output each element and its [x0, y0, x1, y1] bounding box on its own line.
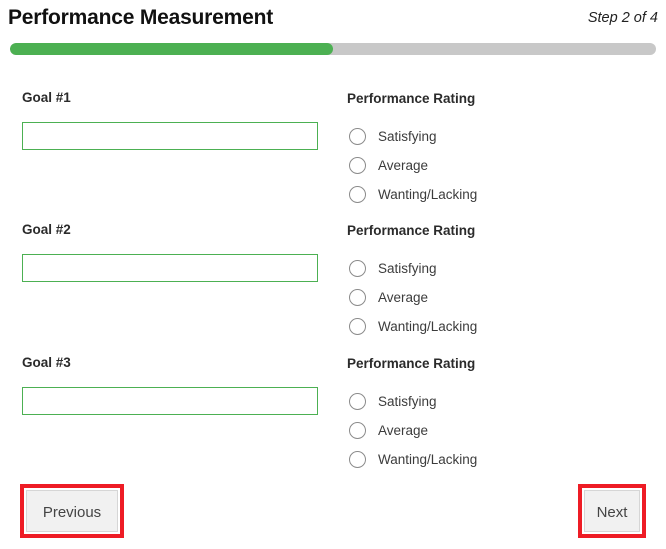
goal-label-1: Goal #1: [22, 90, 71, 105]
goal-input-1[interactable]: [22, 122, 318, 150]
radio-circle-icon[interactable]: [349, 186, 366, 203]
radio-label: Satisfying: [378, 261, 437, 276]
goal-input-2[interactable]: [22, 254, 318, 282]
radio-circle-icon[interactable]: [349, 318, 366, 335]
form-header: Performance Measurement Step 2 of 4: [0, 0, 666, 40]
radio-label: Average: [378, 158, 429, 173]
radio-label: Wanting/Lacking: [378, 452, 478, 467]
goal-label-3: Goal #3: [22, 355, 71, 370]
form-body: Goal #1 Performance Rating Satisfying Av…: [0, 70, 666, 470]
radio-option-3-satisfying[interactable]: Satisfying: [347, 387, 647, 416]
next-button[interactable]: Next: [584, 490, 640, 532]
radio-option-1-satisfying[interactable]: Satisfying: [347, 122, 647, 151]
radio-list-2: Satisfying Average Wanting/Lacking: [347, 254, 647, 341]
form-navigation: Previous Next: [0, 480, 666, 549]
radio-option-2-satisfying[interactable]: Satisfying: [347, 254, 647, 283]
radio-label: Wanting/Lacking: [378, 187, 478, 202]
radio-option-1-wanting-lacking[interactable]: Wanting/Lacking: [347, 180, 647, 209]
radio-label: Satisfying: [378, 129, 437, 144]
progress-bar-track: [10, 43, 656, 55]
step-indicator: Step 2 of 4: [587, 10, 658, 26]
rating-title-3: Performance Rating: [347, 356, 476, 371]
radio-circle-icon[interactable]: [349, 451, 366, 468]
radio-list-1: Satisfying Average Wanting/Lacking: [347, 122, 647, 209]
previous-button[interactable]: Previous: [26, 490, 118, 532]
radio-label: Average: [378, 423, 429, 438]
progress-bar-fill: [10, 43, 333, 55]
radio-option-1-average[interactable]: Average: [347, 151, 647, 180]
rating-title-2: Performance Rating: [347, 223, 476, 238]
goal-input-3[interactable]: [22, 387, 318, 415]
radio-option-2-average[interactable]: Average: [347, 283, 647, 312]
radio-label: Average: [378, 290, 429, 305]
radio-option-3-average[interactable]: Average: [347, 416, 647, 445]
radio-circle-icon[interactable]: [349, 422, 366, 439]
radio-option-2-wanting-lacking[interactable]: Wanting/Lacking: [347, 312, 647, 341]
radio-label: Satisfying: [378, 394, 437, 409]
radio-circle-icon[interactable]: [349, 260, 366, 277]
rating-title-1: Performance Rating: [347, 91, 476, 106]
radio-label: Wanting/Lacking: [378, 319, 478, 334]
radio-circle-icon[interactable]: [349, 393, 366, 410]
page-title: Performance Measurement: [8, 6, 274, 29]
radio-option-3-wanting-lacking[interactable]: Wanting/Lacking: [347, 445, 647, 474]
radio-circle-icon[interactable]: [349, 128, 366, 145]
radio-circle-icon[interactable]: [349, 157, 366, 174]
radio-circle-icon[interactable]: [349, 289, 366, 306]
goal-label-2: Goal #2: [22, 222, 71, 237]
radio-list-3: Satisfying Average Wanting/Lacking: [347, 387, 647, 474]
